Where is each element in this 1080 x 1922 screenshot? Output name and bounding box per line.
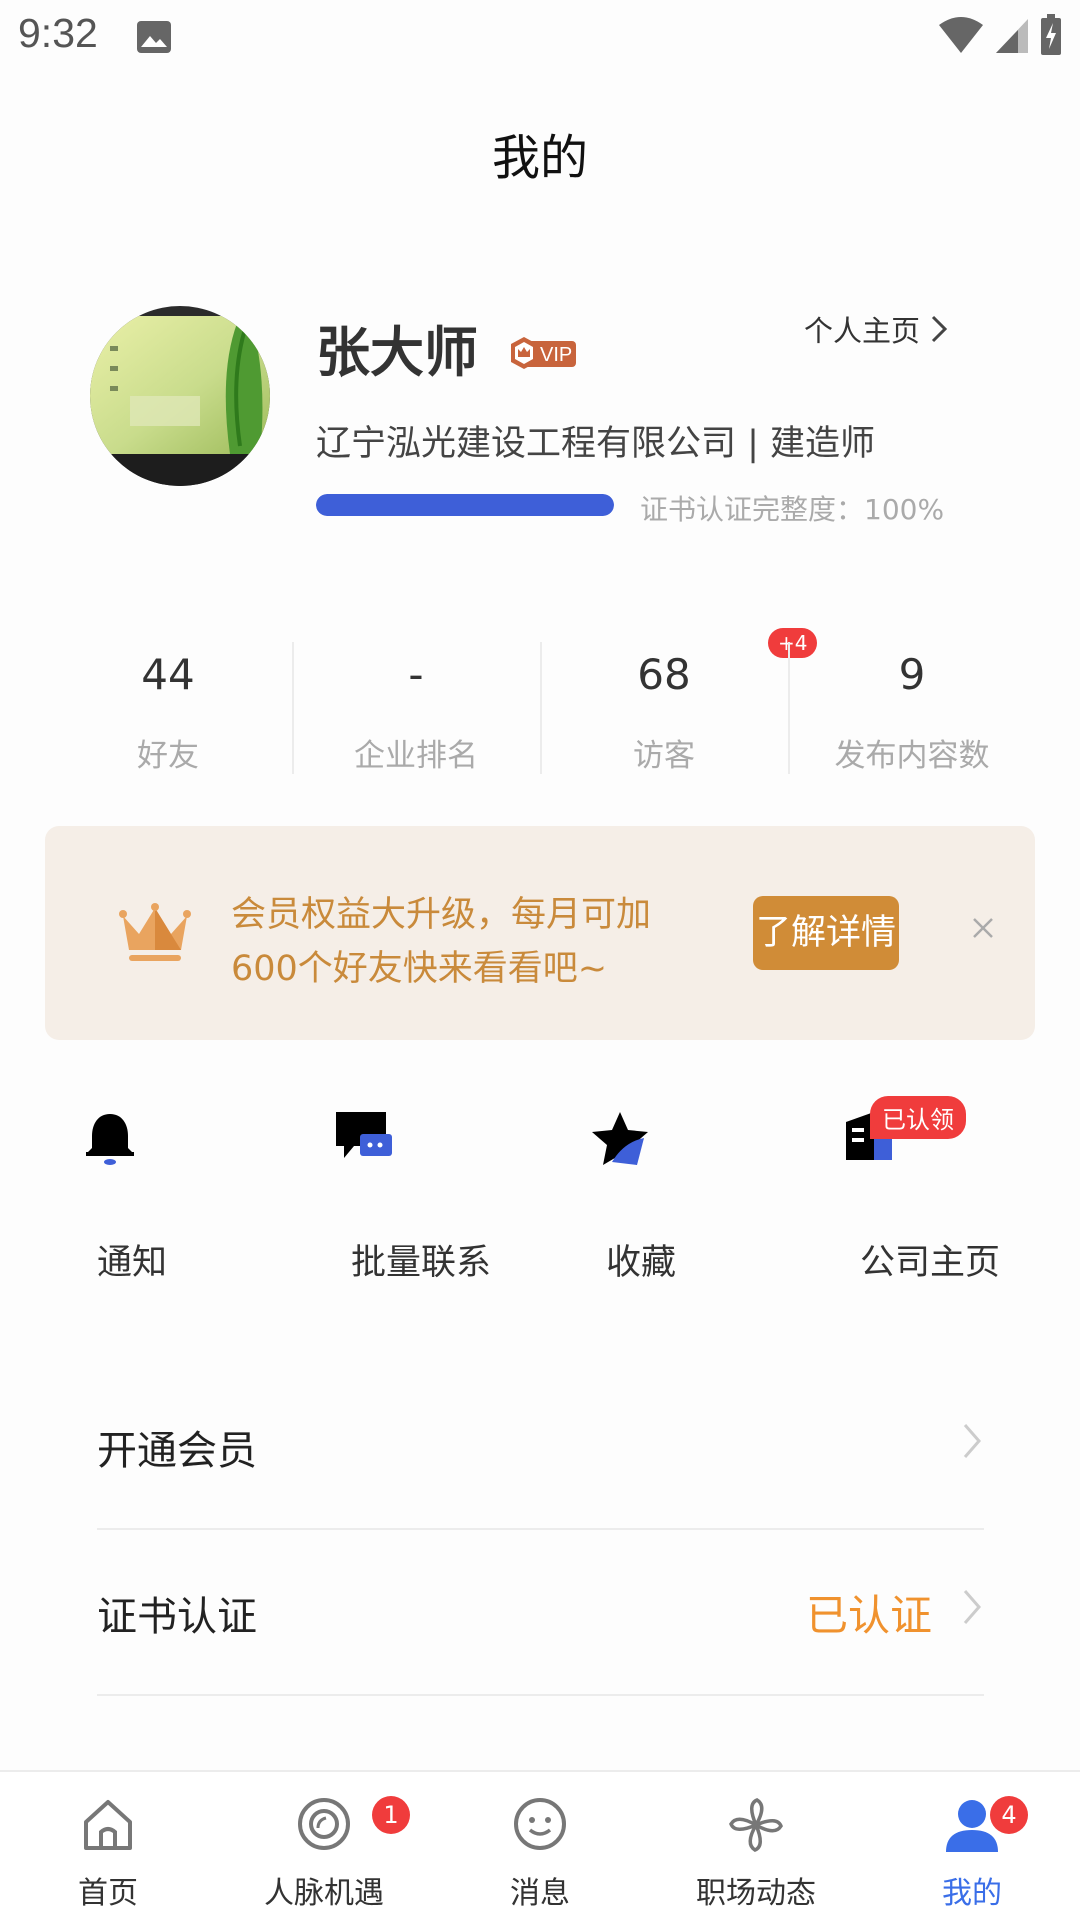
tab-label: 人脉机遇 (264, 1876, 384, 1911)
network-badge: 1 (372, 1796, 410, 1834)
wifi-icon (939, 17, 983, 53)
stat-value: 68 (637, 650, 691, 699)
menu-label: 开通会员 (97, 1428, 257, 1474)
tab-mine[interactable]: 我的 4 (882, 1772, 1062, 1922)
company-title: 辽宁泓光建设工程有限公司 | 建造师 (316, 424, 876, 464)
status-time: 9:32 (18, 10, 98, 56)
cert-progress-text: 证书认证完整度：100% (640, 488, 944, 528)
stat-label: 访客 (633, 738, 695, 774)
quick-label: 通知 (97, 1243, 168, 1283)
stat-label: 好友 (137, 738, 199, 774)
stat-value: - (408, 650, 424, 699)
tab-workplace-feed[interactable]: 职场动态 (666, 1772, 846, 1922)
learn-more-button[interactable]: 了解详情 (753, 896, 899, 970)
stat-company-rank[interactable]: - 企业排名 (292, 640, 540, 774)
cert-progress-fill (316, 494, 614, 516)
cert-progress-value: 100% (864, 493, 945, 526)
tab-messages[interactable]: 消息 (450, 1772, 630, 1922)
bell-icon (86, 1114, 134, 1165)
chevron-right-icon (963, 1590, 981, 1624)
chat-icon (336, 1112, 392, 1158)
tab-label: 首页 (78, 1876, 138, 1911)
stat-value: 9 (898, 650, 926, 699)
quick-notify[interactable]: 通知 (0, 1100, 250, 1283)
stat-friends[interactable]: 44 好友 (44, 640, 292, 774)
tab-label: 消息 (510, 1876, 570, 1911)
membership-banner[interactable]: 会员权益大升级，每月可加 600个好友快来看看吧~ 了解详情 (45, 826, 1035, 1040)
svg-text:VIP: VIP (540, 344, 572, 366)
quick-label: 公司主页 (860, 1243, 1001, 1283)
stat-label: 发布内容数 (834, 738, 990, 774)
status-bar: 9:32 (0, 0, 1080, 72)
cert-progress-bar (316, 494, 614, 516)
bottom-tab-bar: 首页 人脉机遇 1 消息 职场动态 我的 4 (0, 1770, 1080, 1922)
star-icon (592, 1112, 648, 1165)
image-notification-icon (137, 21, 171, 53)
tab-home[interactable]: 首页 (18, 1772, 198, 1922)
banner-line-2: 600个好友快来看看吧~ (231, 949, 608, 989)
quick-batch-contact[interactable]: 批量联系 (250, 1100, 510, 1283)
quick-favorites[interactable]: 收藏 (510, 1100, 760, 1283)
cert-progress-label: 证书认证完整度： (640, 493, 865, 526)
menu-value: 已认证 (805, 1591, 932, 1640)
signal-icon (996, 19, 1028, 53)
tab-label: 我的 (942, 1876, 1002, 1911)
smile-icon (514, 1798, 566, 1850)
stat-value: 44 (141, 650, 195, 699)
crown-icon (119, 903, 191, 961)
personal-homepage-label: 个人主页 (804, 314, 921, 348)
page-title: 我的 (491, 130, 588, 186)
personal-homepage-link[interactable]: 个人主页 (804, 308, 948, 350)
pinwheel-icon (729, 1798, 783, 1852)
banner-message: 会员权益大升级，每月可加 600个好友快来看看吧~ (231, 888, 651, 996)
target-icon (298, 1798, 350, 1850)
menu-label: 证书认证 (97, 1594, 257, 1640)
tab-network[interactable]: 人脉机遇 1 (234, 1772, 414, 1922)
menu-item-membership[interactable]: 开通会员 (97, 1362, 984, 1530)
tab-label: 职场动态 (696, 1876, 816, 1911)
menu-item-certification[interactable]: 证书认证 已认证 (97, 1528, 984, 1696)
home-icon (84, 1800, 132, 1850)
avatar[interactable] (90, 306, 270, 486)
vip-badge: VIP (510, 336, 578, 374)
mine-badge: 4 (990, 1796, 1028, 1834)
stats-row: 44 好友 - 企业排名 68 访客 +4 9 发布内容数 (44, 628, 1036, 774)
stat-visitors[interactable]: 68 访客 +4 (540, 628, 818, 774)
quick-label: 收藏 (606, 1243, 677, 1283)
stat-posts[interactable]: 9 发布内容数 (788, 640, 1036, 774)
user-name: 张大师 (316, 321, 478, 384)
chevron-right-icon (963, 1424, 981, 1458)
close-icon[interactable] (971, 916, 995, 940)
quick-label: 批量联系 (351, 1243, 492, 1283)
chevron-right-icon (931, 315, 948, 343)
claimed-badge: 已认领 (870, 1096, 966, 1139)
banner-line-1: 会员权益大升级，每月可加 (231, 895, 652, 935)
battery-icon (1041, 14, 1061, 55)
stat-label: 企业排名 (354, 738, 478, 774)
